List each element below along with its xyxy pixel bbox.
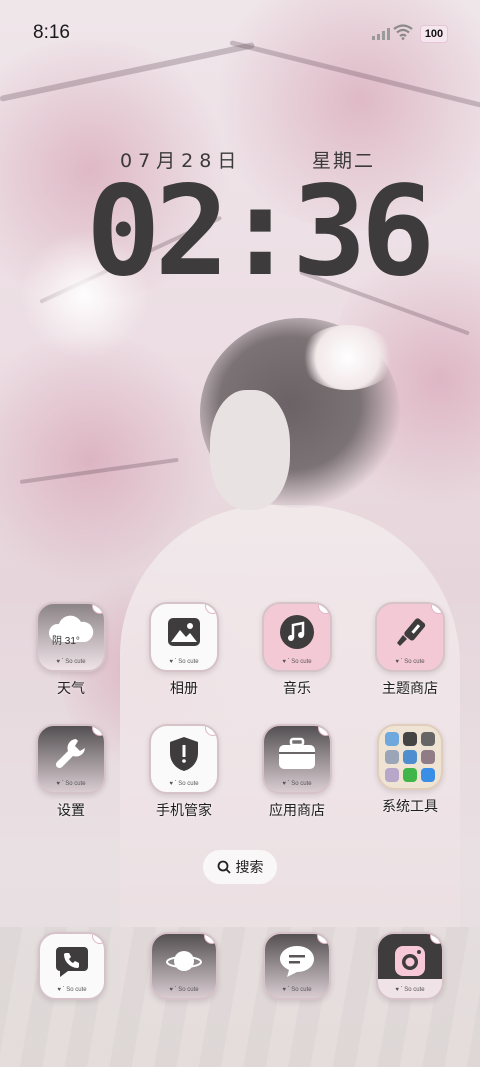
icon-caption: ♥ ˋ So cute <box>282 781 312 787</box>
search-button[interactable]: 搜索 <box>203 850 277 884</box>
icon-caption: ♥ ˋ So cute <box>56 781 86 787</box>
heart-badge-icon: ♥ <box>430 934 442 944</box>
settings-app-icon: ♥ ˋ So cute ♥ <box>36 724 106 794</box>
app-label: 系统工具 <box>382 799 438 815</box>
mini-app-icon <box>421 732 435 746</box>
heart-badge-icon: ♥ <box>92 726 104 736</box>
app-label: 手机管家 <box>156 803 212 819</box>
briefcase-icon <box>279 737 315 769</box>
app-label: 天气 <box>57 681 85 697</box>
battery-indicator: 100 <box>420 25 448 43</box>
icon-caption: ♥ ˋ So cute <box>56 659 86 665</box>
heart-badge-icon: ♥ <box>92 934 104 944</box>
music-app-icon: ♥ ˋ So cute ♥ <box>262 602 332 672</box>
messages-app-icon: ♥ ˋ So cute ♥ <box>263 932 331 1000</box>
weather-text: 阴 31° <box>52 636 80 647</box>
mini-app-icon <box>385 768 399 782</box>
folder-icon <box>377 724 443 790</box>
search-label: 搜索 <box>235 860 264 876</box>
gallery-app-icon: ♥ ˋ So cute ♥ <box>149 602 219 672</box>
icon-caption: ♥ ˋ So cute <box>169 781 199 787</box>
icon-caption: ♥ ˋ So cute <box>395 987 425 993</box>
heart-badge-icon: ♥ <box>431 604 443 614</box>
app-gallery[interactable]: ♥ ˋ So cute ♥ 相册 <box>139 602 229 698</box>
cellular-signal-icon <box>372 28 390 40</box>
camera-app-icon: ♥ ˋ So cute ♥ <box>376 932 444 1000</box>
app-store-app-icon: ♥ ˋ So cute ♥ <box>262 724 332 794</box>
app-phone-manager[interactable]: ♥ ˋ So cute ♥ 手机管家 <box>139 724 229 820</box>
heart-badge-icon: ♥ <box>205 604 217 614</box>
app-label: 音乐 <box>283 681 311 697</box>
theme-brush-icon <box>397 618 426 646</box>
shield-icon <box>170 736 198 771</box>
theme-store-app-icon: ♥ ˋ So cute ♥ <box>375 602 445 672</box>
app-label: 相册 <box>170 681 198 697</box>
mini-app-icon <box>421 768 435 782</box>
browser-app-icon: ♥ ˋ So cute ♥ <box>150 932 218 1000</box>
mini-app-icon <box>385 750 399 764</box>
app-theme-store[interactable]: ♥ ˋ So cute ♥ 主题商店 <box>365 602 455 698</box>
heart-badge-icon: ♥ <box>318 604 330 614</box>
app-app-store[interactable]: ♥ ˋ So cute ♥ 应用商店 <box>252 724 342 820</box>
icon-caption: ♥ ˋ So cute <box>282 659 312 665</box>
app-music[interactable]: ♥ ˋ So cute ♥ 音乐 <box>252 602 342 698</box>
mini-app-icon <box>403 768 417 782</box>
mini-app-icon <box>421 750 435 764</box>
wifi-icon <box>393 24 413 40</box>
status-time: 8:16 <box>33 22 70 43</box>
mini-app-icon <box>403 750 417 764</box>
heart-badge-icon: ♥ <box>317 934 329 944</box>
mini-app-icon <box>403 732 417 746</box>
app-weather[interactable]: 阴 31° ♥ ˋ So cute ♥ 天气 <box>26 602 116 698</box>
browser-planet-icon <box>166 950 202 971</box>
dock-phone[interactable]: ♥ ˋ So cute ♥ <box>27 932 117 1000</box>
camera-icon <box>395 945 425 976</box>
clock-time: 02:36 <box>86 160 435 304</box>
weather-app-icon: 阴 31° ♥ ˋ So cute ♥ <box>36 602 106 672</box>
app-settings[interactable]: ♥ ˋ So cute ♥ 设置 <box>26 724 116 820</box>
status-bar: 8:16 100 <box>0 0 480 66</box>
app-label: 主题商店 <box>382 681 438 697</box>
mini-app-icon <box>385 732 399 746</box>
icon-caption: ♥ ˋ So cute <box>57 987 87 993</box>
icon-caption: ♥ ˋ So cute <box>395 659 425 665</box>
icon-caption: ♥ ˋ So cute <box>169 987 199 993</box>
app-label: 应用商店 <box>269 803 325 819</box>
app-label: 设置 <box>57 803 85 819</box>
music-icon <box>280 614 314 649</box>
dock-camera[interactable]: ♥ ˋ So cute ♥ <box>365 932 455 1000</box>
phone-app-icon: ♥ ˋ So cute ♥ <box>38 932 106 1000</box>
heart-badge-icon: ♥ <box>318 726 330 736</box>
heart-badge-icon: ♥ <box>92 604 104 614</box>
heart-badge-icon: ♥ <box>204 934 216 944</box>
dock-browser[interactable]: ♥ ˋ So cute ♥ <box>139 932 229 1000</box>
message-icon <box>280 945 314 977</box>
icon-caption: ♥ ˋ So cute <box>169 659 199 665</box>
search-icon <box>217 860 231 874</box>
phone-icon <box>56 946 88 977</box>
phone-manager-app-icon: ♥ ˋ So cute ♥ <box>149 724 219 794</box>
wrench-icon <box>55 738 85 768</box>
app-system-tools-folder[interactable]: 系统工具 <box>365 724 455 816</box>
icon-caption: ♥ ˋ So cute <box>282 987 312 993</box>
heart-badge-icon: ♥ <box>205 726 217 736</box>
dock-messages[interactable]: ♥ ˋ So cute ♥ <box>252 932 342 1000</box>
gallery-icon <box>168 617 200 646</box>
